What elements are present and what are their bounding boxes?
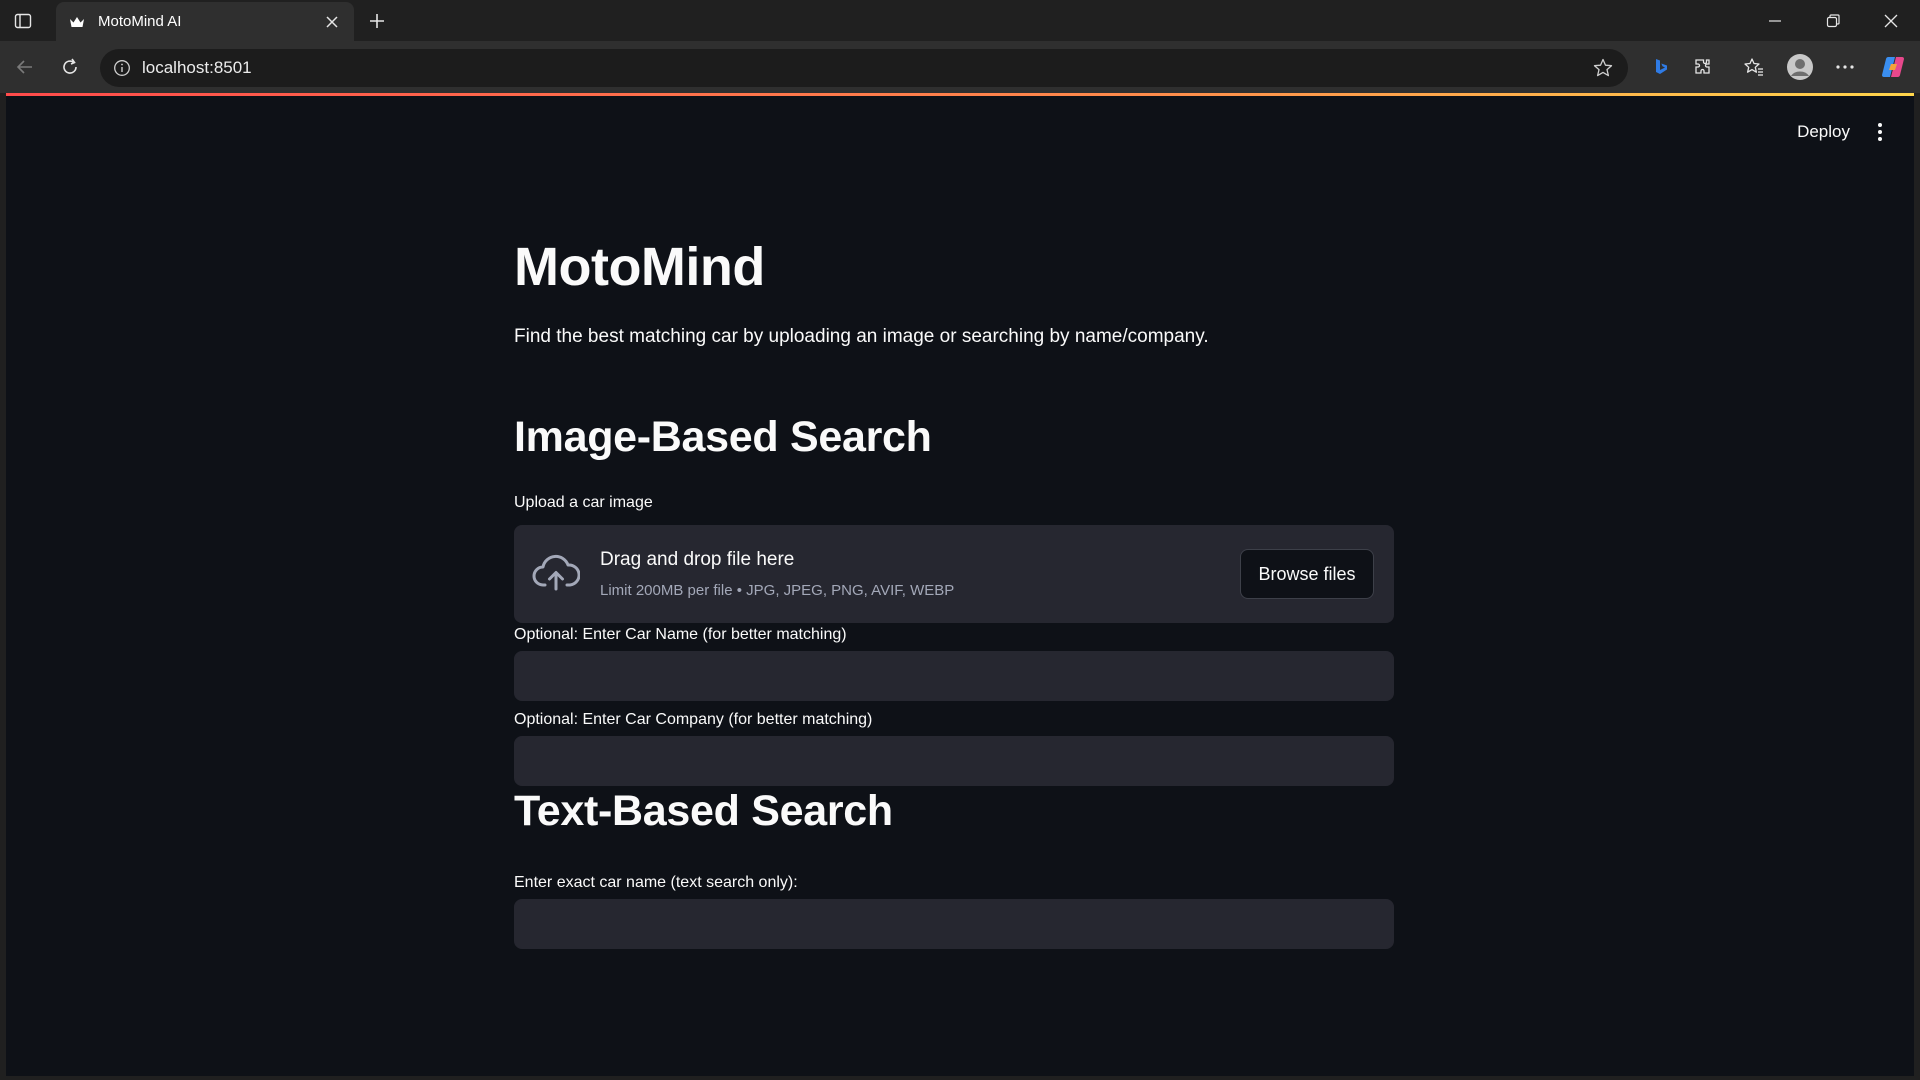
car-company-input[interactable]	[514, 736, 1394, 786]
minimize-icon[interactable]	[1746, 0, 1804, 41]
tab-title: MotoMind AI	[98, 13, 182, 30]
close-icon[interactable]	[320, 10, 344, 34]
app-viewport: Deploy MotoMind Find the best matching c…	[6, 96, 1914, 1076]
deploy-button[interactable]: Deploy	[1789, 118, 1858, 146]
star-icon[interactable]	[1592, 57, 1614, 79]
file-dropzone[interactable]: Drag and drop file here Limit 200MB per …	[514, 525, 1394, 623]
url-text: localhost:8501	[142, 58, 252, 77]
exact-car-name-input[interactable]	[514, 899, 1394, 949]
window-controls	[1746, 0, 1920, 41]
car-name-label: Optional: Enter Car Name (for better mat…	[514, 626, 847, 643]
plus-icon[interactable]	[362, 6, 392, 36]
favorites-icon[interactable]	[1737, 50, 1771, 84]
upload-label: Upload a car image	[514, 494, 653, 511]
dropzone-title: Drag and drop file here	[600, 549, 795, 570]
profile-icon[interactable]	[1783, 50, 1817, 84]
more-icon[interactable]	[1828, 50, 1862, 84]
address-bar[interactable]: localhost:8501	[100, 49, 1628, 87]
reload-icon[interactable]	[53, 50, 87, 84]
window-close-icon[interactable]	[1862, 0, 1920, 41]
exact-car-name-label: Enter exact car name (text search only):	[514, 874, 798, 891]
car-company-label: Optional: Enter Car Company (for better …	[514, 711, 873, 728]
restore-icon[interactable]	[1804, 0, 1862, 41]
back-arrow-icon[interactable]	[8, 50, 42, 84]
text-search-heading: Text-Based Search	[514, 787, 893, 835]
favicon-crown-icon	[68, 13, 86, 31]
kebab-menu-icon[interactable]	[1868, 118, 1892, 146]
sidebar-toggle-icon[interactable]	[0, 0, 46, 41]
page-subtitle: Find the best matching car by uploading …	[514, 326, 1209, 347]
window-frame-right	[1914, 96, 1920, 1080]
car-name-input[interactable]	[514, 651, 1394, 701]
info-icon[interactable]	[112, 58, 132, 78]
browser-tab-bar: MotoMind AI	[0, 0, 1920, 41]
browser-toolbar: localhost:8501	[0, 41, 1920, 93]
copilot-icon[interactable]	[1876, 50, 1910, 84]
browser-tab[interactable]: MotoMind AI	[56, 2, 354, 41]
image-search-heading: Image-Based Search	[514, 413, 932, 461]
browse-files-button[interactable]: Browse files	[1240, 549, 1374, 599]
dropzone-limit-text: Limit 200MB per file • JPG, JPEG, PNG, A…	[600, 582, 955, 599]
page-title: MotoMind	[514, 237, 765, 297]
extensions-icon[interactable]	[1686, 50, 1720, 84]
upload-cloud-icon	[532, 553, 581, 593]
bing-icon[interactable]	[1644, 50, 1678, 84]
